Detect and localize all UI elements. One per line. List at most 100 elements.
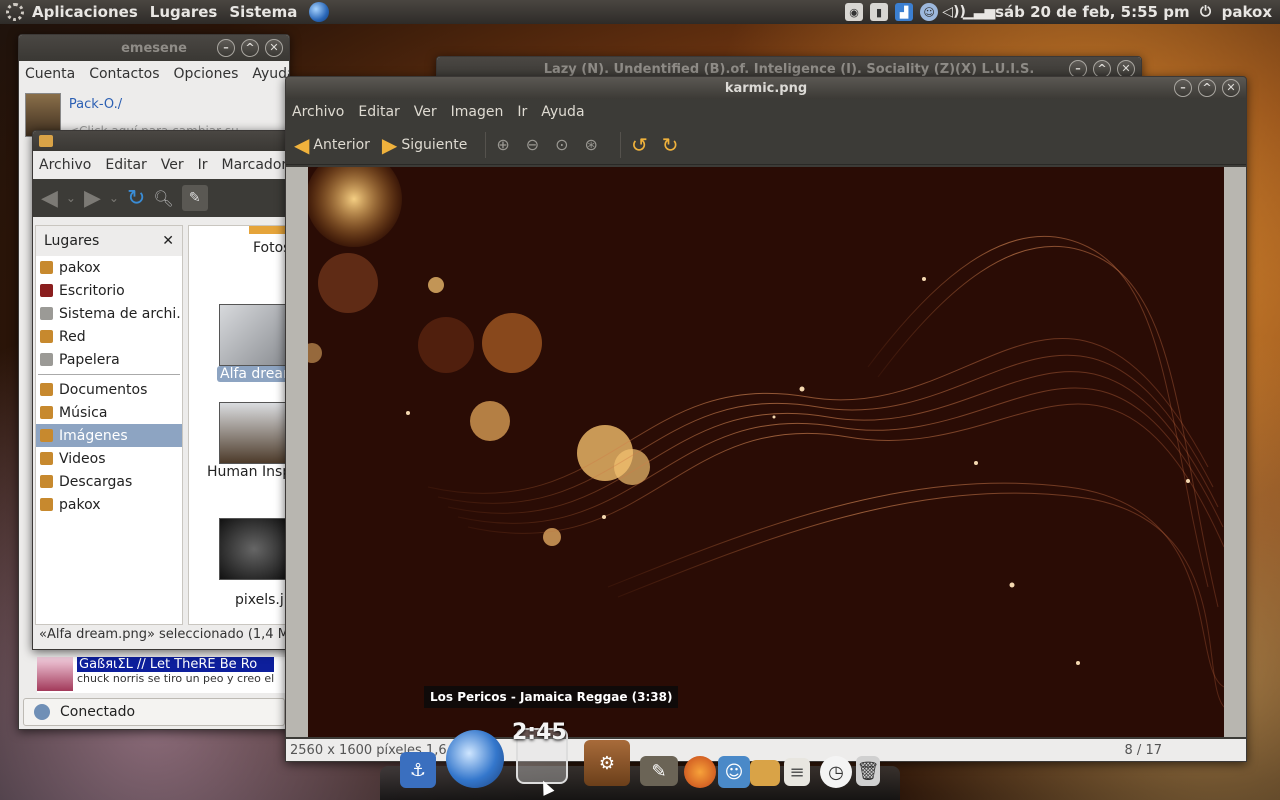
file-label[interactable]: Human Insp (207, 464, 291, 480)
window-title: karmic.png (724, 80, 808, 96)
menu-ir[interactable]: Ir (517, 104, 527, 120)
image-display-area[interactable] (286, 167, 1246, 737)
messaging-person-icon[interactable]: ☺ (920, 3, 939, 21)
menu-aplicaciones[interactable]: Aplicaciones (32, 3, 138, 21)
sidebar-item-imagenes[interactable]: Imágenes (36, 424, 182, 447)
sidebar-header: Lugares ✕ (36, 226, 182, 256)
previous-button[interactable]: ◀ Anterior (294, 133, 370, 157)
sidebar-title[interactable]: Lugares (44, 233, 99, 249)
sidebar-item-descargas[interactable]: Descargas (36, 470, 182, 493)
menu-ayuda[interactable]: Ayuda (541, 104, 584, 120)
user-nick[interactable]: Pack-O./ (69, 97, 283, 112)
countdown-timer: 2:45 (512, 720, 567, 745)
sidebar-item-label: Música (59, 404, 108, 421)
gimp-icon[interactable]: ✎ (640, 756, 678, 786)
chromium-icon[interactable] (446, 730, 504, 788)
clock-icon[interactable]: ◷ (820, 756, 852, 788)
folder-icon (40, 475, 53, 488)
rotate-right-icon[interactable]: ↻ (662, 133, 679, 157)
image-viewer-window: karmic.png – ^ ✕ Archivo Editar Ver Imag… (285, 76, 1247, 762)
menu-ver[interactable]: Ver (161, 157, 184, 173)
user-name[interactable]: pakox (1222, 3, 1272, 21)
menu-lugares[interactable]: Lugares (150, 3, 218, 21)
sidebar-item-documentos[interactable]: Documentos (36, 378, 182, 401)
rotate-left-icon[interactable]: ↺ (631, 133, 648, 157)
file-browser-titlebar[interactable] (33, 131, 293, 151)
image-thumbnail[interactable] (219, 304, 289, 366)
menu-contactos[interactable]: Contactos (89, 66, 159, 82)
chromium-launcher-icon[interactable] (309, 2, 330, 22)
close-button[interactable]: ✕ (265, 39, 283, 57)
folder-icon[interactable] (750, 760, 780, 786)
search-icon[interactable]: 🔍︎ (153, 189, 173, 208)
power-icon[interactable]: ⏻ (1197, 3, 1215, 21)
sidebar-item-videos[interactable]: Videos (36, 447, 182, 470)
document-icon[interactable]: ≡ (784, 758, 810, 786)
menu-marcadores[interactable]: Marcadores (222, 157, 293, 173)
home-icon (40, 261, 53, 274)
folder-icon[interactable] (249, 226, 289, 234)
next-button[interactable]: ▶ Siguiente (382, 133, 467, 157)
file-label[interactable]: Alfa dream (217, 366, 293, 382)
menu-archivo[interactable]: Archivo (39, 157, 91, 173)
file-label[interactable]: pixels.jp (235, 592, 293, 608)
status-selector[interactable]: Conectado (23, 698, 285, 726)
forward-arrow-icon[interactable]: ▶ (84, 186, 101, 211)
menu-opciones[interactable]: Opciones (174, 66, 239, 82)
sidebar-item-escritorio[interactable]: Escritorio (36, 279, 182, 302)
close-icon[interactable]: ✕ (162, 233, 174, 249)
emesene-titlebar[interactable]: emesene – ^ ✕ (19, 35, 289, 61)
menu-ver[interactable]: Ver (414, 104, 437, 120)
ubuntu-logo-icon[interactable] (6, 3, 24, 21)
sidebar-item-pakox-bookmark[interactable]: pakox (36, 493, 182, 516)
image-thumbnail[interactable] (219, 402, 289, 464)
menu-editar[interactable]: Editar (358, 104, 399, 120)
menu-sistema[interactable]: Sistema (229, 3, 297, 21)
maximize-button[interactable]: ^ (1198, 79, 1216, 97)
chevron-down-icon[interactable]: ⌄ (109, 191, 119, 205)
edit-location-icon[interactable]: ✎ (181, 185, 208, 211)
menu-editar[interactable]: Editar (105, 157, 146, 173)
sidebar-item-musica[interactable]: Música (36, 401, 182, 424)
wifi-signal-icon[interactable]: ▁▃▅ (963, 3, 995, 21)
zoom-out-icon[interactable]: ⊖ (526, 135, 539, 154)
sidebar-item-red[interactable]: Red (36, 325, 182, 348)
sidebar-item-pakox[interactable]: pakox (36, 256, 182, 279)
contact-message: chuck norris se tiro un peo y creo el (77, 672, 275, 685)
speaker-device-icon[interactable]: ◉ (845, 3, 864, 21)
close-button[interactable]: ✕ (1222, 79, 1240, 97)
window-title: Lazy (N). Undentified (B).of. Inteligenc… (543, 61, 1035, 77)
menu-cuenta[interactable]: Cuenta (25, 66, 75, 82)
chevron-down-icon[interactable]: ⌄ (66, 191, 76, 205)
minimize-button[interactable]: – (1174, 79, 1192, 97)
contact-row[interactable]: GaßяιΣL // Let TheRE Be Ro chuck norris … (37, 657, 289, 693)
volume-icon[interactable]: ◁)) (942, 3, 966, 21)
firefox-icon[interactable] (684, 756, 716, 788)
menu-ir[interactable]: Ir (198, 157, 208, 173)
status-bar: «Alfa dream.png» seleccionado (1,4 M (39, 627, 289, 642)
left-arrow-icon: ◀ (294, 132, 310, 157)
zoom-fit-icon[interactable]: ⊛ (585, 135, 598, 154)
image-thumbnail[interactable] (219, 518, 289, 580)
trash-icon[interactable]: 🗑︎ (856, 756, 880, 786)
file-icon-view: Fotos Alfa dream Human Insp pixels.jp (188, 225, 293, 625)
zoom-in-icon[interactable]: ⊕ (496, 135, 509, 154)
back-arrow-icon[interactable]: ◀ (41, 186, 58, 211)
battery-icon[interactable]: ▮ (870, 3, 889, 21)
image-viewer-titlebar[interactable]: karmic.png – ^ ✕ (286, 77, 1246, 99)
sidebar-item-papelera[interactable]: Papelera (36, 348, 182, 371)
menu-imagen[interactable]: Imagen (451, 104, 504, 120)
reload-icon[interactable]: ↻ (127, 186, 145, 211)
anchor-icon[interactable]: ⚓ (400, 752, 436, 788)
system-tray: ◉ ▮ ▟ ☺ ◁)) ▁▃▅ sáb 20 de feb, 5:55 pm ⏻… (845, 3, 1280, 21)
minimize-button[interactable]: – (217, 39, 235, 57)
maximize-button[interactable]: ^ (241, 39, 259, 57)
clock[interactable]: sáb 20 de feb, 5:55 pm (995, 3, 1190, 21)
image-position: 8 / 17 (1124, 742, 1162, 758)
menu-archivo[interactable]: Archivo (292, 104, 344, 120)
app-indicator-icon[interactable]: ▟ (895, 3, 914, 21)
ubuntu-software-icon[interactable]: ⚙ (584, 740, 630, 786)
sidebar-item-filesystem[interactable]: Sistema de archi... (36, 302, 182, 325)
pidgin-icon[interactable]: ☺ (718, 756, 750, 788)
zoom-normal-icon[interactable]: ⊙ (555, 135, 568, 154)
